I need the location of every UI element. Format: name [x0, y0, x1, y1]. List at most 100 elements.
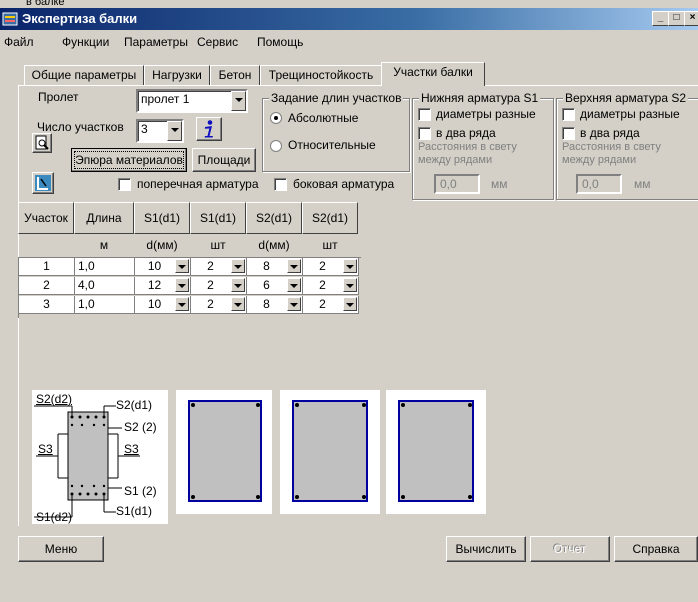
side-rebar-checkbox[interactable] [274, 178, 287, 191]
grid-cell-combo[interactable]: 8 [247, 258, 303, 276]
grid-cell-section[interactable]: 1 [19, 258, 75, 276]
legend-s3-left: S3 [38, 442, 53, 456]
span-select[interactable]: пролет 1 [136, 89, 248, 113]
chevron-down-icon[interactable] [175, 259, 189, 273]
grid-header[interactable]: Длина [74, 202, 134, 234]
rebar-dot [191, 495, 195, 499]
grid-unit: шт [322, 238, 338, 252]
grid-cell-section[interactable]: 2 [19, 277, 75, 295]
bottom-rebar-title: Нижняя арматура S1 [419, 91, 541, 105]
top-diff-diam-label: диаметры разные [580, 107, 680, 121]
grid-body: 1 1,0 10 2 8 2 2 4,0 12 2 6 2 3 1,0 10 2… [18, 257, 361, 318]
chevron-down-icon[interactable] [175, 278, 189, 292]
top-two-rows-label: в два ряда [580, 126, 640, 140]
side-rebar-label: боковая арматура [293, 177, 395, 191]
chevron-down-icon[interactable] [287, 259, 301, 273]
chevron-down-icon[interactable] [167, 121, 182, 141]
preview-button[interactable] [32, 133, 52, 153]
menu-functions[interactable]: Функции [62, 35, 109, 49]
sections-count-select[interactable]: 3 [136, 119, 184, 143]
menu-file[interactable]: Файл [4, 35, 34, 49]
chevron-down-icon[interactable] [231, 278, 245, 292]
chevron-down-icon[interactable] [231, 259, 245, 273]
absolute-radio[interactable] [270, 112, 282, 124]
relative-label: Относительные [288, 138, 376, 152]
grid-cell-combo[interactable]: 6 [247, 277, 303, 295]
grid-header[interactable]: Участок [18, 202, 74, 234]
bottom-distance-input[interactable]: 0,0 [434, 174, 480, 194]
materials-diagram-button[interactable]: Эпюра материалов [71, 148, 187, 172]
background-window-text: в балке [26, 0, 65, 8]
grid-cell-combo[interactable]: 2 [191, 296, 247, 314]
top-diff-diam-checkbox[interactable] [562, 108, 575, 121]
chevron-down-icon[interactable] [287, 278, 301, 292]
chevron-down-icon[interactable] [343, 278, 357, 292]
grid-unit: шт [210, 238, 226, 252]
bottom-diff-diam-checkbox[interactable] [418, 108, 431, 121]
grid-cell-value: 8 [263, 259, 270, 273]
areas-button[interactable]: Площади [192, 148, 256, 172]
minimize-button[interactable]: _ [652, 11, 669, 26]
grid-cell-combo[interactable]: 8 [247, 296, 303, 314]
top-distance-input[interactable]: 0,0 [576, 174, 622, 194]
chevron-down-icon[interactable] [175, 297, 189, 311]
window-title: Экспертиза балки [22, 11, 138, 26]
grid-cell-combo[interactable]: 12 [135, 277, 191, 295]
bottom-distance-unit: мм [491, 177, 508, 191]
help-button[interactable]: Справка [614, 536, 698, 562]
info-button[interactable] [196, 117, 222, 141]
grid-cell-combo[interactable]: 10 [135, 258, 191, 276]
grid-cell-value: 2 [319, 259, 326, 273]
tab-general[interactable]: Общие параметры [24, 65, 144, 86]
grid-cell-section[interactable]: 3 [19, 296, 75, 314]
grid-cell-value: 10 [147, 297, 162, 311]
chevron-down-icon[interactable] [231, 297, 245, 311]
tab-concrete[interactable]: Бетон [210, 65, 260, 86]
beam-tool-button[interactable] [32, 172, 54, 194]
grid-cell-combo[interactable]: 2 [303, 277, 359, 295]
grid-unit: м [99, 238, 109, 252]
chevron-down-icon[interactable] [343, 259, 357, 273]
close-button[interactable]: × [684, 11, 698, 26]
span-label: Пролет [38, 90, 79, 104]
grid-cell-combo[interactable]: 2 [191, 258, 247, 276]
relative-radio[interactable] [270, 140, 282, 152]
top-two-rows-checkbox[interactable] [562, 127, 575, 140]
calculate-button[interactable]: Вычислить [446, 536, 526, 562]
rebar-dot [191, 403, 195, 407]
menu-help[interactable]: Помощь [257, 35, 303, 49]
grid-cell-length[interactable]: 1,0 [75, 296, 135, 314]
maximize-button[interactable]: □ [668, 11, 685, 26]
grid-header[interactable]: S1(d1) [190, 202, 246, 234]
menu-service[interactable]: Сервис [197, 35, 238, 49]
tab-beam-sections[interactable]: Участки балки [381, 62, 485, 86]
chevron-down-icon[interactable] [343, 297, 357, 311]
grid-cell-value: 6 [263, 278, 270, 292]
menu-button[interactable]: Меню [18, 536, 104, 562]
bottom-two-rows-checkbox[interactable] [418, 127, 431, 140]
grid-cell-length[interactable]: 1,0 [75, 258, 135, 276]
section-drawing-2 [280, 390, 380, 514]
lengths-group-title: Задание длин участков [269, 91, 404, 105]
menu-parameters[interactable]: Параметры [124, 35, 188, 49]
beam-section-3 [398, 400, 474, 502]
grid-cell-combo[interactable]: 2 [191, 277, 247, 295]
tab-strip: Общие параметры Нагрузки Бетон Трещиност… [0, 62, 698, 86]
grid-cell-length[interactable]: 4,0 [75, 277, 135, 295]
grid-cell-combo[interactable]: 2 [303, 258, 359, 276]
grid-header[interactable]: S2(d1) [302, 202, 358, 234]
grid-cell-combo[interactable]: 2 [303, 296, 359, 314]
beam-section-2 [292, 400, 368, 502]
grid-cell-combo[interactable]: 10 [135, 296, 191, 314]
transverse-rebar-checkbox[interactable] [118, 178, 131, 191]
chevron-down-icon[interactable] [231, 91, 246, 111]
report-button[interactable]: Отчет [530, 536, 610, 562]
lengths-group: Задание длин участков [262, 91, 410, 172]
title-bar[interactable]: Экспертиза балки _ □ × [0, 8, 698, 30]
tab-loads[interactable]: Нагрузки [144, 65, 210, 86]
chevron-down-icon[interactable] [287, 297, 301, 311]
grid-header[interactable]: S1(d1) [134, 202, 190, 234]
grid-header[interactable]: S2(d1) [246, 202, 302, 234]
tab-crack[interactable]: Трещиностойкость [260, 65, 382, 86]
rebar-dot [256, 495, 260, 499]
